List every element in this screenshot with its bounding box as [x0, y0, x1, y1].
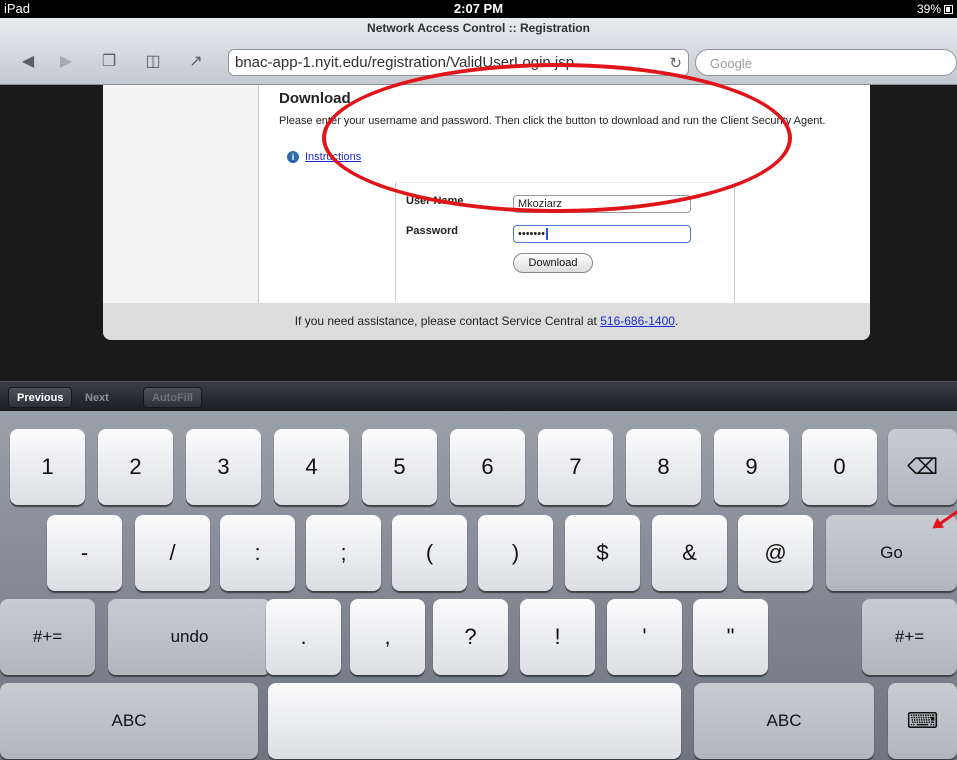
key-exclamation[interactable]: !: [520, 599, 595, 675]
key-9[interactable]: 9: [714, 429, 789, 505]
instructions-link[interactable]: i Instructions: [287, 151, 361, 163]
key-4[interactable]: 4: [274, 429, 349, 505]
key-1[interactable]: 1: [10, 429, 85, 505]
key-open-paren[interactable]: (: [392, 515, 467, 591]
bookmarks-icon[interactable]: ◫: [141, 51, 165, 73]
next-button[interactable]: Next: [76, 387, 118, 408]
abc-key-left[interactable]: ABC: [0, 683, 258, 759]
undo-key[interactable]: undo: [108, 599, 271, 675]
key-at[interactable]: @: [738, 515, 813, 591]
download-heading: Download: [279, 90, 351, 107]
key-8[interactable]: 8: [626, 429, 701, 505]
symbols-key-left[interactable]: #+=: [0, 599, 95, 675]
address-bar[interactable]: bnac-app-1.nyit.edu/registration/ValidUs…: [228, 49, 689, 76]
web-content: Download Please enter your username and …: [0, 85, 957, 381]
symbols-key-right[interactable]: #+=: [862, 599, 957, 675]
footer-text: If you need assistance, please contact S…: [294, 314, 597, 328]
abc-key-right[interactable]: ABC: [694, 683, 874, 759]
share-icon[interactable]: ↗: [184, 51, 208, 73]
password-field[interactable]: •••••••: [513, 225, 691, 243]
registration-panel: Download Please enter your username and …: [103, 85, 870, 340]
delete-icon: ⌫: [906, 454, 939, 479]
phone-link[interactable]: 516-686-1400: [600, 314, 675, 328]
forward-arrow-icon[interactable]: ▶: [54, 51, 78, 73]
key-apostrophe[interactable]: ': [607, 599, 682, 675]
form-assistant-bar: Previous Next AutoFill: [0, 381, 957, 411]
footer: If you need assistance, please contact S…: [103, 303, 870, 340]
pages-icon[interactable]: ❐: [97, 51, 121, 73]
battery-icon: [944, 4, 953, 14]
previous-button[interactable]: Previous: [8, 387, 73, 408]
password-mask: •••••••: [518, 228, 545, 240]
key-hyphen[interactable]: -: [47, 515, 122, 591]
space-key[interactable]: [268, 683, 681, 759]
key-5[interactable]: 5: [362, 429, 437, 505]
key-3[interactable]: 3: [186, 429, 261, 505]
key-comma[interactable]: ,: [350, 599, 425, 675]
username-label: User Name: [406, 195, 464, 207]
key-dollar[interactable]: $: [565, 515, 640, 591]
battery-percent: 39%: [916, 2, 941, 16]
backspace-key[interactable]: ⌫: [888, 429, 957, 505]
reload-icon[interactable]: ↻: [669, 54, 682, 72]
key-semicolon[interactable]: ;: [306, 515, 381, 591]
hide-keyboard-key[interactable]: ⌨: [888, 683, 957, 759]
key-6[interactable]: 6: [450, 429, 525, 505]
info-icon: i: [287, 151, 299, 163]
browser-toolbar: Network Access Control :: Registration ◀…: [0, 18, 957, 85]
page-title: Network Access Control :: Registration: [367, 21, 590, 35]
text-caret: [545, 228, 548, 241]
key-period[interactable]: .: [266, 599, 341, 675]
key-question[interactable]: ?: [433, 599, 508, 675]
download-button[interactable]: Download: [513, 253, 593, 273]
key-quote[interactable]: ": [693, 599, 768, 675]
search-input[interactable]: Google: [695, 49, 957, 76]
key-7[interactable]: 7: [538, 429, 613, 505]
username-field[interactable]: Mkoziarz: [513, 195, 691, 213]
onscreen-keyboard: 1 2 3 4 5 6 7 8 9 0 ⌫ - / : ; ( ) $ & @ …: [0, 411, 957, 760]
key-0[interactable]: 0: [802, 429, 877, 505]
battery-indicator: 39%: [917, 2, 953, 16]
clock: 2:07 PM: [453, 1, 504, 16]
key-colon[interactable]: :: [220, 515, 295, 591]
left-column: [103, 85, 259, 303]
key-ampersand[interactable]: &: [652, 515, 727, 591]
password-label: Password: [406, 225, 458, 237]
autofill-button[interactable]: AutoFill: [143, 387, 202, 408]
footer-period: .: [674, 314, 679, 328]
instructions-link-label[interactable]: Instructions: [305, 151, 361, 163]
login-form: User Name Mkoziarz Password ••••••• Down…: [395, 182, 735, 302]
url-text: bnac-app-1.nyit.edu/registration/ValidUs…: [235, 54, 575, 71]
status-bar: iPad 2:07 PM 39%: [0, 0, 957, 18]
key-2[interactable]: 2: [98, 429, 173, 505]
instructions-text: Please enter your username and password.…: [279, 115, 826, 127]
back-arrow-icon[interactable]: ◀: [16, 51, 40, 73]
key-close-paren[interactable]: ): [478, 515, 553, 591]
key-slash[interactable]: /: [135, 515, 210, 591]
keyboard-hide-icon: ⌨: [906, 708, 939, 733]
